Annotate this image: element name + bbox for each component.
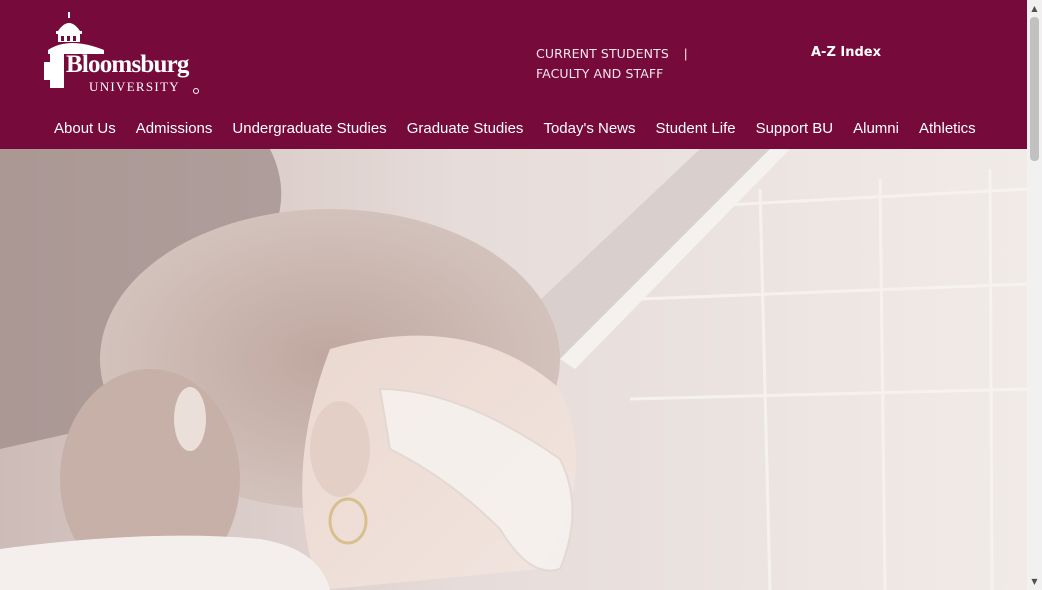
main-nav: About Us Admissions Undergraduate Studie… xyxy=(44,118,986,140)
nav-item-graduate-studies[interactable]: Graduate Studies xyxy=(397,118,534,140)
hero-image xyxy=(0,149,1027,590)
scroll-up-arrow-icon[interactable]: ▲ xyxy=(1027,0,1042,17)
nav-item-support-bu[interactable]: Support BU xyxy=(746,118,844,140)
az-index-link[interactable]: A-Z Index xyxy=(811,44,881,62)
utility-separator: | xyxy=(684,46,688,61)
hero-photo xyxy=(0,149,1027,590)
nav-item-about-us[interactable]: About Us xyxy=(44,118,126,140)
nav-item-student-life[interactable]: Student Life xyxy=(646,118,746,140)
nav-item-alumni[interactable]: Alumni xyxy=(843,118,909,140)
logo-subline: UNIVERSITY xyxy=(89,79,180,94)
nav-item-admissions[interactable]: Admissions xyxy=(126,118,223,140)
scroll-thumb[interactable] xyxy=(1030,17,1039,161)
vertical-scrollbar[interactable]: ▲ ▼ xyxy=(1027,0,1042,590)
utility-links: CURRENT STUDENTS | FACULTY AND STAFF xyxy=(536,44,687,84)
nav-item-undergraduate-studies[interactable]: Undergraduate Studies xyxy=(222,118,396,140)
site-header: Bloomsburg UNIVERSITY CURRENT STUDENTS |… xyxy=(0,0,1027,149)
nav-item-athletics[interactable]: Athletics xyxy=(909,118,986,140)
logo-wordmark: Bloomsburg xyxy=(66,51,189,78)
faculty-and-staff-link[interactable]: FACULTY AND STAFF xyxy=(536,64,669,84)
nav-item-todays-news[interactable]: Today's News xyxy=(533,118,645,140)
bloomsburg-university-logo[interactable]: Bloomsburg UNIVERSITY xyxy=(44,12,204,96)
current-students-link[interactable]: CURRENT STUDENTS xyxy=(536,44,669,64)
page: Bloomsburg UNIVERSITY CURRENT STUDENTS |… xyxy=(0,0,1027,590)
scroll-down-arrow-icon[interactable]: ▼ xyxy=(1027,573,1042,590)
